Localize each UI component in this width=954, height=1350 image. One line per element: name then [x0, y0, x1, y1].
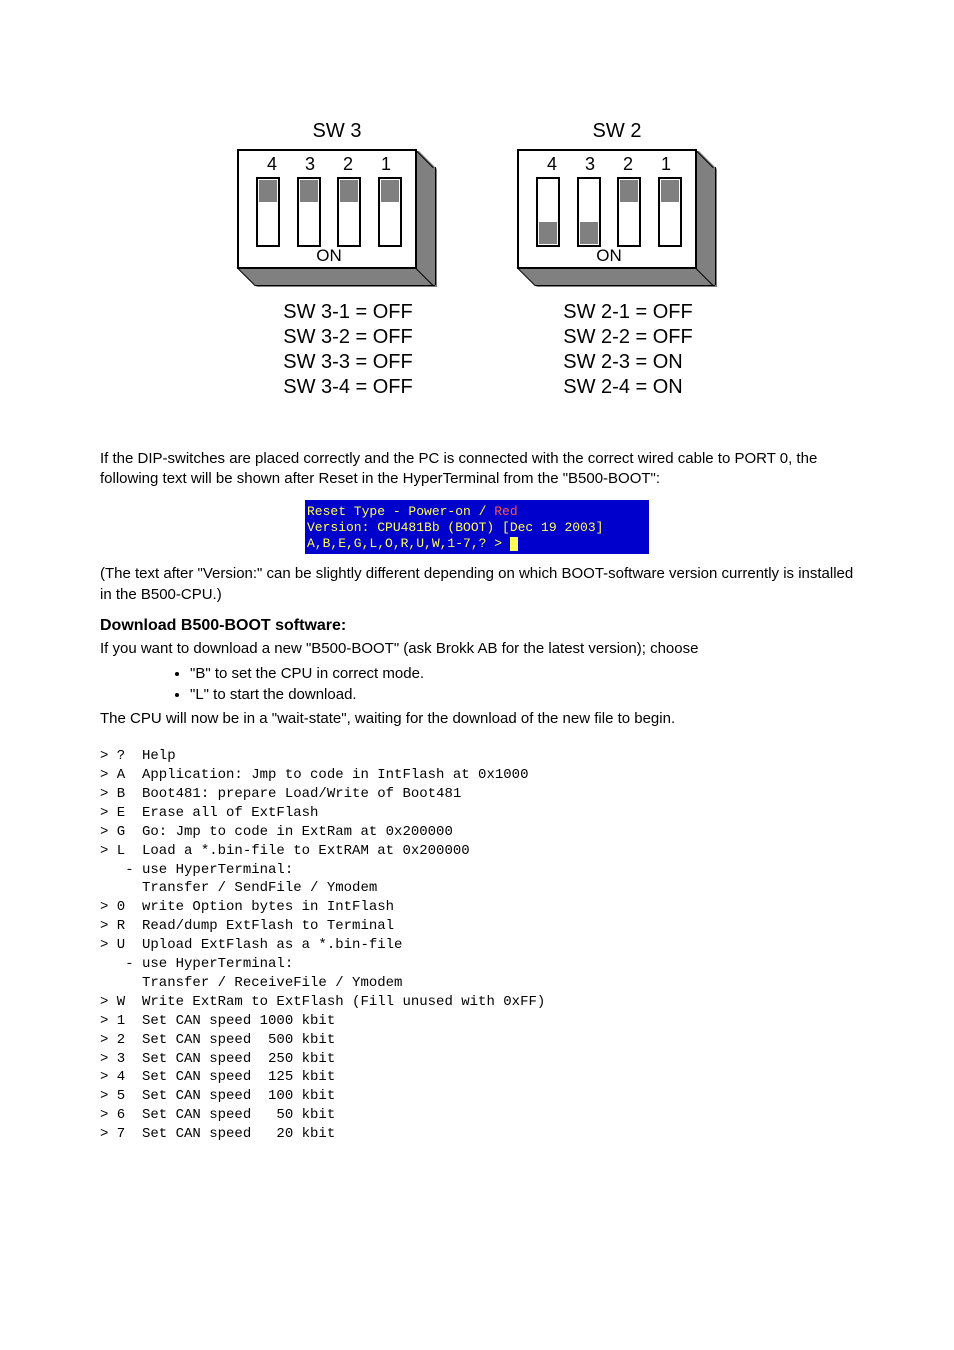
intro-text: If the DIP-switches are placed correctly…	[100, 449, 854, 490]
dip-knob	[340, 180, 358, 202]
dip-slot	[658, 177, 682, 247]
dip-knob	[381, 180, 399, 202]
dip-state-line: SW 3-4 = OFF	[283, 376, 412, 399]
dip-title: SW 2	[593, 120, 642, 143]
post-terminal-note: (The text after "Version:" can be slight…	[100, 564, 854, 605]
dip-slot	[536, 177, 560, 247]
dip-number: 4	[547, 154, 557, 175]
dip-knob	[259, 180, 277, 202]
dip-number: 1	[661, 154, 671, 175]
dip-knob	[580, 222, 598, 244]
dip-state-line: SW 2-1 = OFF	[563, 301, 692, 324]
dip-on-label: ON	[519, 246, 699, 266]
dip-number: 1	[381, 154, 391, 175]
dip-slot	[256, 177, 280, 247]
dip-switch-bank: SW 3 4 3 2 1 ON SW 3-1 = OFFSW 3-2 = OFFSW 3-3…	[232, 120, 442, 399]
cursor-icon	[510, 537, 518, 551]
terminal-line2: Version: CPU481Bb (BOOT) [Dec 19 2003]	[307, 520, 603, 535]
dip-number: 4	[267, 154, 277, 175]
dip-knob	[620, 180, 638, 202]
bullet-item: "B" to set the CPU in correct mode.	[190, 663, 854, 684]
dip-state-line: SW 3-1 = OFF	[283, 301, 412, 324]
dip-body: 4 3 2 1 ON	[237, 149, 437, 289]
bullet-item: "L" to start the download.	[190, 684, 854, 705]
dip-number: 3	[305, 154, 315, 175]
dip-state-line: SW 2-4 = ON	[563, 376, 682, 399]
dip-knob	[539, 222, 557, 244]
dip-number: 2	[343, 154, 353, 175]
help-text-block: > ? Help > A Application: Jmp to code in…	[100, 747, 854, 1144]
dip-knob	[300, 180, 318, 202]
dip-body: 4 3 2 1 ON	[517, 149, 717, 289]
dip-switch-bank: SW 2 4 3 2 1 ON SW 2-1 = OFFSW 2-2 = OFFSW 2-3…	[512, 120, 722, 399]
dip-state-line: SW 2-3 = ON	[563, 351, 682, 374]
dip-title: SW 3	[313, 120, 362, 143]
section-paragraph: If you want to download a new "B500-BOOT…	[100, 639, 854, 659]
dip-number: 2	[623, 154, 633, 175]
terminal-line1-prefix: Reset Type - Power-on /	[307, 504, 494, 519]
dip-slot	[617, 177, 641, 247]
dip-on-label: ON	[239, 246, 419, 266]
terminal-line1-red: Red	[494, 504, 517, 519]
dip-slot	[337, 177, 361, 247]
dip-slot	[297, 177, 321, 247]
dip-number: 3	[585, 154, 595, 175]
dip-knob	[661, 180, 679, 202]
dip-slot	[378, 177, 402, 247]
dip-slot	[577, 177, 601, 247]
dip-state-line: SW 3-3 = OFF	[283, 351, 412, 374]
section-heading: Download B500-BOOT software:	[100, 617, 854, 635]
dip-state-line: SW 3-2 = OFF	[283, 326, 412, 349]
terminal-line3: A,B,E,G,L,O,R,U,W,1-7,? >	[307, 536, 510, 551]
dip-state-line: SW 2-2 = OFF	[563, 326, 692, 349]
after-bullets-text: The CPU will now be in a "wait-state", w…	[100, 709, 854, 729]
terminal-screenshot: Reset Type - Power-on / Red Version: CPU…	[305, 500, 649, 555]
